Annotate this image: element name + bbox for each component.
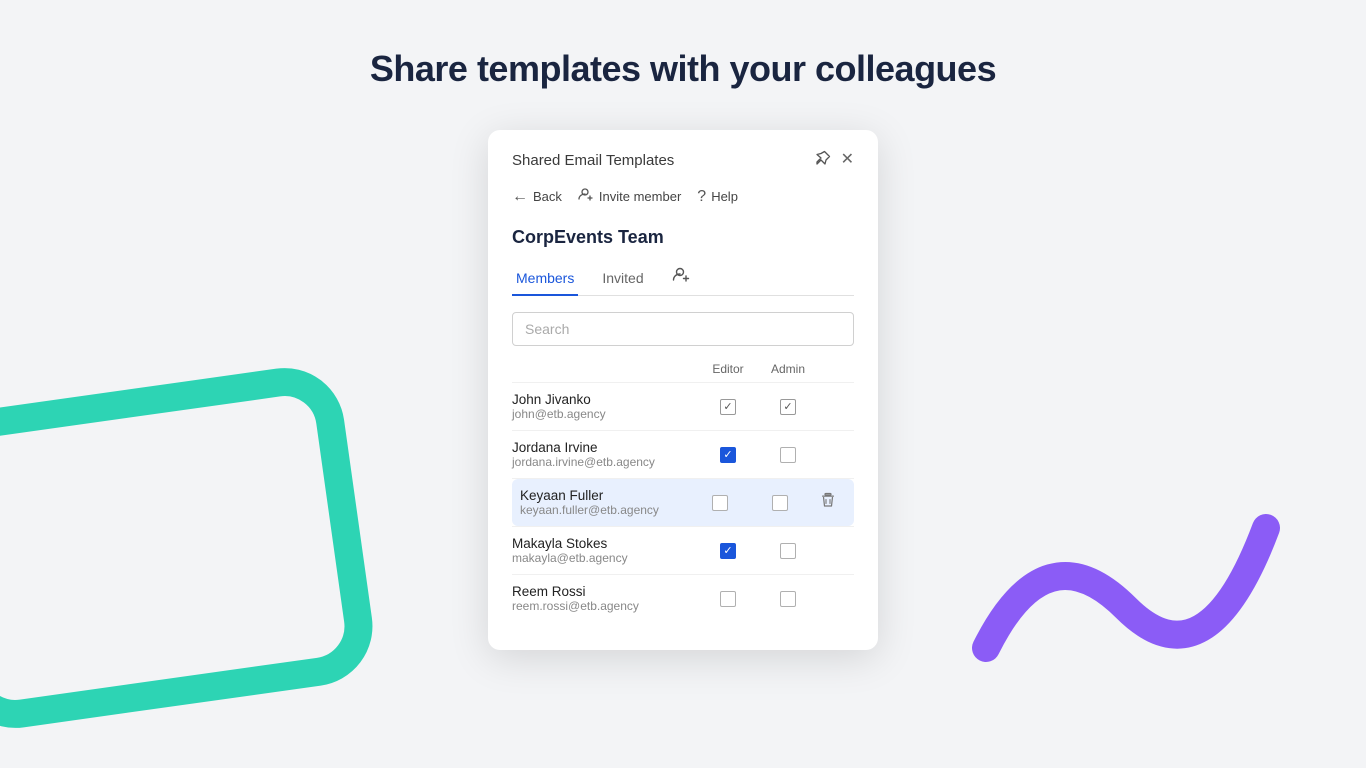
admin-checkbox[interactable] xyxy=(780,591,796,607)
member-email: jordana.irvine@etb.agency xyxy=(512,455,698,469)
search-wrapper xyxy=(512,312,854,346)
tab-invited[interactable]: Invited xyxy=(598,264,647,296)
titlebar-actions: ✕ xyxy=(815,150,854,170)
member-name: Jordana Irvine xyxy=(512,440,698,455)
admin-checkbox[interactable] xyxy=(780,399,796,415)
editor-checkbox-cell xyxy=(698,591,758,607)
table-row: Jordana Irvine jordana.irvine@etb.agency xyxy=(512,431,854,478)
dialog-nav: ← Back Invite member ? Help xyxy=(512,186,854,207)
back-label: Back xyxy=(533,189,562,204)
member-info: John Jivanko john@etb.agency xyxy=(512,392,698,421)
member-info: Makayla Stokes makayla@etb.agency xyxy=(512,536,698,565)
tab-members[interactable]: Members xyxy=(512,264,578,296)
editor-checkbox[interactable] xyxy=(712,495,728,511)
member-name: Reem Rossi xyxy=(512,584,698,599)
editor-checkbox[interactable] xyxy=(720,447,736,463)
admin-checkbox[interactable] xyxy=(780,447,796,463)
member-email: john@etb.agency xyxy=(512,407,698,421)
member-info: Reem Rossi reem.rossi@etb.agency xyxy=(512,584,698,613)
tabs-bar: Members Invited xyxy=(512,264,854,296)
back-arrow-icon: ← xyxy=(512,188,528,206)
invite-member-icon xyxy=(578,186,594,207)
admin-checkbox[interactable] xyxy=(780,543,796,559)
editor-checkbox-cell xyxy=(698,543,758,559)
admin-checkbox-cell xyxy=(758,447,818,463)
member-email: makayla@etb.agency xyxy=(512,551,698,565)
row-action-cell[interactable] xyxy=(810,492,846,513)
dialog-title: Shared Email Templates xyxy=(512,152,674,169)
member-info: Keyaan Fuller keyaan.fuller@etb.agency xyxy=(520,488,690,517)
table-row: Reem Rossi reem.rossi@etb.agency xyxy=(512,575,854,622)
col-header-admin: Admin xyxy=(758,362,818,376)
background-decoration-green xyxy=(0,360,380,735)
editor-checkbox[interactable] xyxy=(720,591,736,607)
help-icon: ? xyxy=(697,188,706,206)
add-member-tab-icon[interactable] xyxy=(672,265,690,288)
editor-checkbox-cell xyxy=(690,495,750,511)
table-row: John Jivanko john@etb.agency xyxy=(512,383,854,430)
member-name: Keyaan Fuller xyxy=(520,488,690,503)
close-icon[interactable]: ✕ xyxy=(841,152,854,168)
dialog-titlebar: Shared Email Templates ✕ xyxy=(512,150,854,170)
member-email: reem.rossi@etb.agency xyxy=(512,599,698,613)
member-name: Makayla Stokes xyxy=(512,536,698,551)
help-label: Help xyxy=(711,189,738,204)
page-heading: Share templates with your colleagues xyxy=(0,0,1366,90)
member-email: keyaan.fuller@etb.agency xyxy=(520,503,690,517)
delete-member-icon[interactable] xyxy=(820,492,836,513)
invite-member-button[interactable]: Invite member xyxy=(578,186,681,207)
member-name: John Jivanko xyxy=(512,392,698,407)
admin-checkbox[interactable] xyxy=(772,495,788,511)
table-header: Editor Admin xyxy=(512,362,854,382)
pin-icon[interactable] xyxy=(815,150,831,170)
invite-label: Invite member xyxy=(599,189,681,204)
admin-checkbox-cell xyxy=(750,495,810,511)
table-row: Makayla Stokes makayla@etb.agency xyxy=(512,527,854,574)
help-button[interactable]: ? Help xyxy=(697,188,738,206)
members-table: Editor Admin John Jivanko john@etb.agenc… xyxy=(512,362,854,622)
search-input[interactable] xyxy=(512,312,854,346)
member-info: Jordana Irvine jordana.irvine@etb.agency xyxy=(512,440,698,469)
editor-checkbox-cell xyxy=(698,447,758,463)
editor-checkbox[interactable] xyxy=(720,399,736,415)
admin-checkbox-cell xyxy=(758,399,818,415)
editor-checkbox-cell xyxy=(698,399,758,415)
col-header-editor: Editor xyxy=(698,362,758,376)
admin-checkbox-cell xyxy=(758,591,818,607)
share-dialog: Shared Email Templates ✕ ← Back xyxy=(488,130,878,650)
team-name: CorpEvents Team xyxy=(512,227,854,248)
table-row: Keyaan Fuller keyaan.fuller@etb.agency xyxy=(512,479,854,526)
back-button[interactable]: ← Back xyxy=(512,188,562,206)
admin-checkbox-cell xyxy=(758,543,818,559)
editor-checkbox[interactable] xyxy=(720,543,736,559)
background-decoration-purple xyxy=(966,448,1286,728)
